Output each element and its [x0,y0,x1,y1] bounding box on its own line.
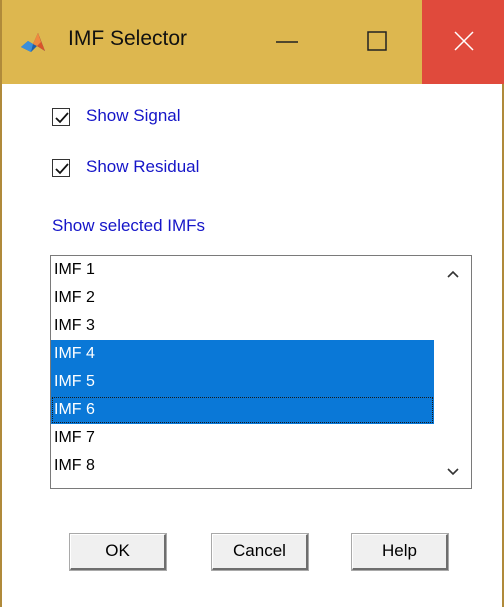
list-item-imf-6[interactable]: IMF 6 [51,396,434,424]
list-scrollbar[interactable] [435,256,471,488]
list-item-imf-4[interactable]: IMF 4 [51,340,434,368]
checkmark-icon [55,112,69,124]
list-item-imf-7[interactable]: IMF 7 [51,424,434,452]
scroll-up-button[interactable] [435,262,471,286]
list-item-imf-5[interactable]: IMF 5 [51,368,434,396]
window-title: IMF Selector [68,27,188,50]
show-residual-label[interactable]: Show Residual [86,157,199,177]
list-item-imf-3[interactable]: IMF 3 [51,312,434,340]
list-item-imf-8[interactable]: IMF 8 [51,452,434,480]
close-button[interactable] [422,0,504,84]
matlab-icon [20,30,46,56]
close-icon [454,31,474,51]
checkmark-icon [55,163,69,175]
minimize-button[interactable] [242,0,332,84]
cancel-button[interactable]: Cancel [212,534,308,570]
imf-list-items: IMF 1 IMF 2 IMF 3 IMF 4 IMF 5 IMF 6 IMF … [51,256,434,480]
show-signal-checkbox[interactable] [52,108,70,126]
chevron-down-icon [447,468,459,476]
imf-list-heading: Show selected IMFs [52,216,206,235]
help-button[interactable]: Help [352,534,448,570]
show-signal-label[interactable]: Show Signal [86,106,181,126]
list-item-imf-2[interactable]: IMF 2 [51,284,434,312]
ok-button[interactable]: OK [70,534,166,570]
maximize-button[interactable] [332,0,422,84]
title-bar[interactable]: IMF Selector [2,0,504,84]
imf-listbox[interactable]: IMF 1 IMF 2 IMF 3 IMF 4 IMF 5 IMF 6 IMF … [50,255,472,489]
maximize-icon [367,31,387,51]
list-item-imf-1[interactable]: IMF 1 [51,256,434,284]
minimize-icon [276,41,298,43]
scroll-down-button[interactable] [435,460,471,484]
dialog-content: Show Signal Show Residual Show selected … [2,84,502,607]
chevron-up-icon [447,270,459,278]
show-residual-checkbox[interactable] [52,159,70,177]
imf-selector-window: IMF Selector Show Signal Show Residual S… [0,0,504,607]
